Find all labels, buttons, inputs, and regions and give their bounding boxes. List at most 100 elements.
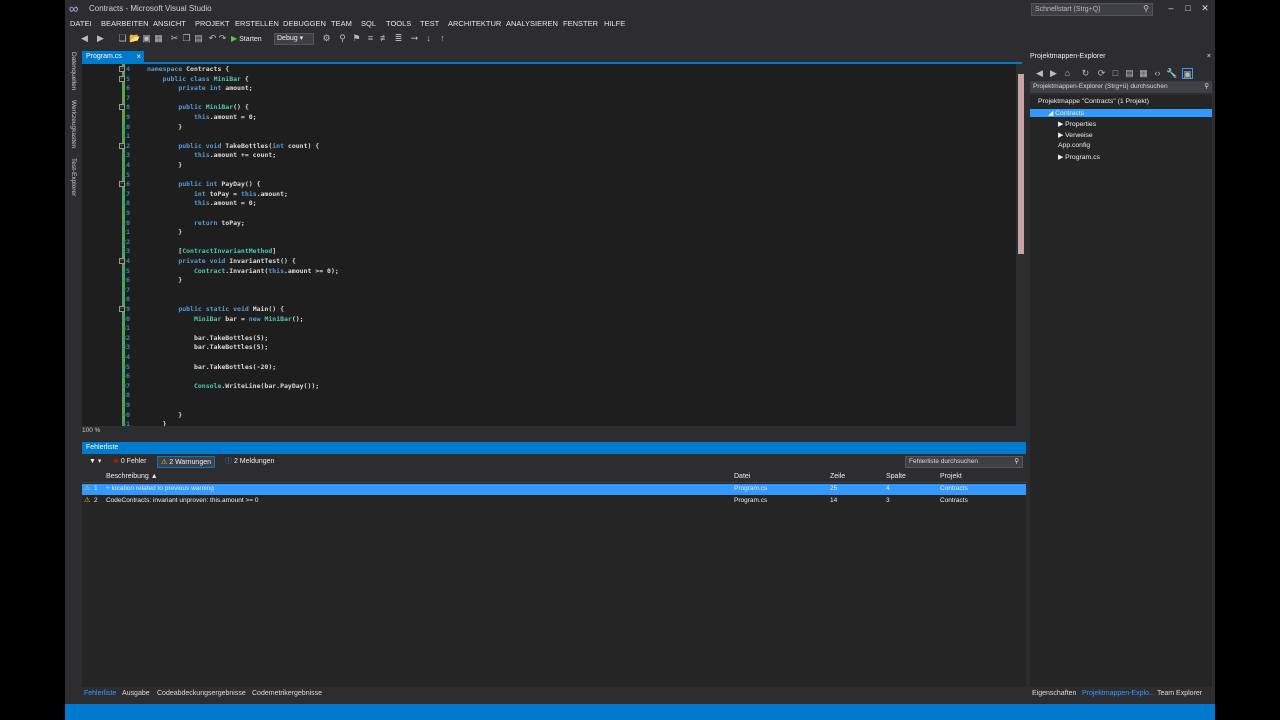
menu-hilfe[interactable]: HILFE bbox=[604, 19, 625, 28]
forward-icon[interactable]: ▶ bbox=[95, 33, 106, 44]
fold-toggle[interactable]: − bbox=[119, 66, 125, 72]
tab-projektmappen-explorer[interactable]: Projektmappen-Explo... bbox=[1082, 690, 1155, 697]
tree-node[interactable]: App.config bbox=[1058, 142, 1090, 149]
cell-line: 14 bbox=[830, 497, 838, 504]
tab-codeabdeckung[interactable]: Codeabdeckungsergebnisse bbox=[157, 690, 246, 697]
cut-icon[interactable]: ✂ bbox=[169, 33, 180, 44]
tab-werkzeugkasten[interactable]: Werkzeugkasten bbox=[67, 100, 77, 148]
tab-datenquellen[interactable]: Datenquellen bbox=[67, 52, 77, 90]
error-list-search[interactable]: Fehlerliste durchsuchen ⚲ bbox=[905, 456, 1023, 468]
solution-explorer-search[interactable]: Projektmappen-Explorer (Strg+ü) durchsuc… bbox=[1030, 81, 1212, 93]
forward-icon[interactable]: ▶ bbox=[1048, 68, 1059, 79]
menu-sql[interactable]: SQL bbox=[361, 19, 376, 28]
menu-team[interactable]: TEAM bbox=[331, 19, 352, 28]
line-number: 34 bbox=[122, 353, 130, 361]
back-icon[interactable]: ◀ bbox=[79, 33, 90, 44]
menu-architektur[interactable]: ARCHITEKTUR bbox=[448, 19, 501, 28]
menu-test[interactable]: TEST bbox=[420, 19, 439, 28]
fold-toggle[interactable]: − bbox=[119, 104, 125, 111]
tree-node[interactable]: ◢ Contracts bbox=[1030, 109, 1212, 117]
tree-node[interactable]: ▶ Program.cs bbox=[1058, 153, 1100, 161]
menu-erstellen[interactable]: ERSTELLEN bbox=[235, 19, 279, 28]
close-icon[interactable]: × bbox=[136, 52, 141, 61]
scrollbar-thumb[interactable] bbox=[1018, 74, 1024, 254]
copy-icon[interactable]: ❐ bbox=[181, 33, 192, 44]
tab-test-explorer[interactable]: Test-Explorer bbox=[67, 158, 77, 196]
tree-node[interactable]: ▶ Properties bbox=[1058, 120, 1096, 128]
tab-ausgabe[interactable]: Ausgabe bbox=[122, 690, 150, 697]
tab-program-cs[interactable]: Program.cs × bbox=[82, 51, 144, 64]
minimize-button[interactable]: – bbox=[1164, 2, 1178, 15]
error-row[interactable]: ⚠ 2 CodeContracts: invariant unproven: thi… bbox=[82, 496, 1026, 507]
tab-codemetrik[interactable]: Codemetrikergebnisse bbox=[252, 690, 322, 697]
tab-team-explorer[interactable]: Team Explorer bbox=[1157, 690, 1202, 697]
warnings-filter-button[interactable]: ⚠ 2 Warnungen bbox=[157, 456, 216, 468]
quick-launch-input[interactable]: Schnellstart (Strg+Q) ⚲ bbox=[1031, 3, 1153, 16]
tree-node[interactable]: Projektmappe "Contracts" (1 Projekt) bbox=[1038, 98, 1149, 105]
save-all-icon[interactable]: ▦ bbox=[153, 33, 164, 44]
bookmark-icon[interactable]: ⚑ bbox=[351, 33, 362, 44]
error-row[interactable]: ⚠ 1 + location related to previous warning… bbox=[82, 484, 1026, 495]
menu-bearbeiten[interactable]: BEARBEITEN bbox=[101, 19, 149, 28]
col-beschreibung[interactable]: Beschreibung ▲ bbox=[106, 473, 158, 480]
view-code-icon[interactable]: ‹› bbox=[1152, 68, 1163, 79]
fold-toggle[interactable]: − bbox=[119, 306, 125, 312]
paste-icon[interactable]: ▤ bbox=[193, 33, 204, 44]
menu-datei[interactable]: DATEI bbox=[70, 19, 92, 28]
configuration-select[interactable]: Debug ▾ bbox=[274, 33, 314, 45]
menu-fenster[interactable]: FENSTER bbox=[563, 19, 598, 28]
attach-icon[interactable]: ⚙ bbox=[321, 33, 332, 44]
start-button[interactable]: ▶ Starten bbox=[231, 33, 262, 45]
refresh-icon[interactable]: ⟳ bbox=[1096, 68, 1107, 79]
editor-scrollbar[interactable] bbox=[1016, 64, 1026, 426]
menu-tools[interactable]: TOOLS bbox=[386, 19, 411, 28]
save-icon[interactable]: ▣ bbox=[141, 33, 152, 44]
line-number: 24 bbox=[122, 257, 130, 265]
maximize-button[interactable]: □ bbox=[1181, 2, 1195, 15]
show-all-icon[interactable]: ▤ bbox=[1124, 68, 1135, 79]
find-icon[interactable]: ⚲ bbox=[337, 33, 348, 44]
col-datei[interactable]: Datei bbox=[734, 473, 750, 480]
line-number: 12 bbox=[122, 141, 130, 150]
menu-debuggen[interactable]: DEBUGGEN bbox=[283, 19, 326, 28]
errors-filter-button[interactable]: ⊗ 0 Fehler bbox=[110, 456, 150, 468]
close-icon[interactable]: × bbox=[1207, 53, 1211, 60]
collapse-icon[interactable]: □ bbox=[1110, 68, 1121, 79]
comment-icon[interactable]: ≢ bbox=[379, 33, 390, 44]
messages-filter-button[interactable]: ⓘ 2 Meldungen bbox=[222, 456, 277, 468]
new-project-icon[interactable]: ❏ bbox=[117, 33, 128, 44]
tab-fehlerliste[interactable]: Fehlerliste bbox=[84, 690, 116, 697]
tab-eigenschaften[interactable]: Eigenschaften bbox=[1032, 690, 1076, 697]
wrench-icon[interactable]: 🔧 bbox=[1166, 68, 1177, 79]
col-zeile[interactable]: Zeile bbox=[830, 473, 845, 480]
home-icon[interactable]: ⌂ bbox=[1062, 68, 1073, 79]
uncomment-icon[interactable]: ≣ bbox=[393, 33, 404, 44]
menu-projekt[interactable]: PROJEKT bbox=[195, 19, 230, 28]
tree-node[interactable]: ▶ Verweise bbox=[1058, 131, 1093, 139]
code-line: public static void Main() { bbox=[178, 305, 285, 313]
fold-toggle[interactable]: − bbox=[119, 181, 125, 188]
tree-node-label: Properties bbox=[1065, 121, 1097, 128]
fold-toggle[interactable]: − bbox=[119, 142, 125, 149]
menu-analysieren[interactable]: ANALYSIEREN bbox=[506, 19, 558, 28]
back-icon[interactable]: ◀ bbox=[1034, 68, 1045, 79]
col-spalte[interactable]: Spalte bbox=[886, 473, 906, 480]
fold-toggle[interactable]: − bbox=[119, 75, 125, 82]
step-into-icon[interactable]: ↓ bbox=[423, 33, 434, 44]
menu-ansicht[interactable]: ANSICHT bbox=[153, 19, 186, 28]
close-button[interactable]: ✕ bbox=[1198, 2, 1212, 15]
redo-icon[interactable]: ↷ bbox=[217, 33, 228, 44]
format-icon[interactable]: ≡ bbox=[365, 33, 376, 44]
open-icon[interactable]: 📂 bbox=[129, 33, 140, 44]
code-editor[interactable]: 4− namespace Contracts {5− public class M… bbox=[82, 64, 1026, 426]
col-projekt[interactable]: Projekt bbox=[940, 473, 962, 480]
step-out-icon[interactable]: ↑ bbox=[437, 33, 448, 44]
cell-num: 1 bbox=[94, 485, 98, 492]
step-icon[interactable]: ➞ bbox=[409, 33, 420, 44]
preview-icon[interactable]: ▣ bbox=[1182, 68, 1193, 79]
zoom-level[interactable]: 100 % bbox=[82, 427, 116, 437]
sync-icon[interactable]: ↻ bbox=[1080, 68, 1091, 79]
filter-icon[interactable]: ▼ ▾ bbox=[86, 456, 104, 468]
properties-icon[interactable]: ▦ bbox=[1138, 68, 1149, 79]
fold-toggle[interactable]: − bbox=[119, 258, 125, 264]
